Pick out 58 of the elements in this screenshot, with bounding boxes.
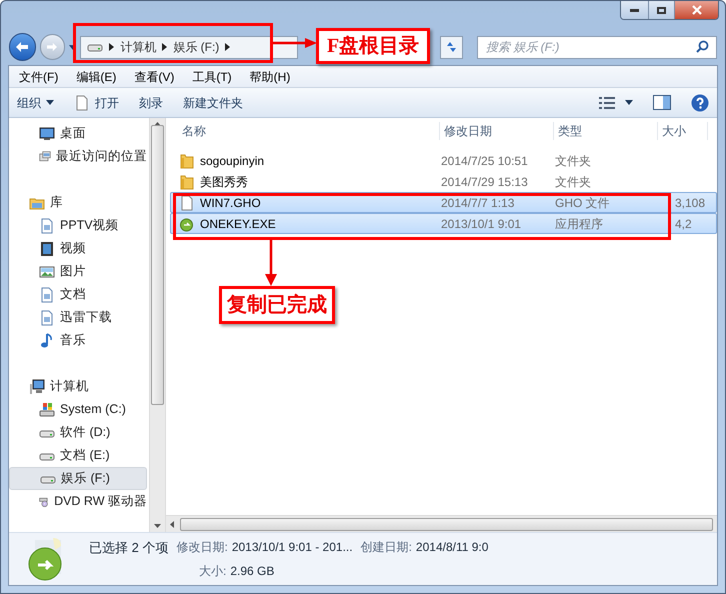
menu-item[interactable]: 帮助(H) bbox=[250, 68, 290, 86]
menu-item[interactable]: 查看(V) bbox=[134, 68, 174, 86]
column-header[interactable]: 修改日期 bbox=[440, 122, 554, 140]
file-row[interactable]: ONEKEY.EXE 2013/10/1 9:01 应用程序 4,2 bbox=[170, 213, 717, 234]
size-value: 2.96 GB bbox=[230, 562, 274, 580]
column-header[interactable]: 大小 bbox=[658, 122, 708, 140]
sidebar-item[interactable]: System (C:) bbox=[9, 398, 147, 421]
size-label: 大小: bbox=[199, 562, 226, 580]
menu-item[interactable]: 文件(F) bbox=[19, 68, 58, 86]
toolbar-button[interactable]: 打开 bbox=[74, 94, 119, 112]
type-cell-text: 文件夹 bbox=[555, 152, 592, 170]
sidebar-item[interactable]: 图片 bbox=[9, 260, 147, 283]
modified-label: 修改日期: bbox=[176, 539, 228, 556]
menu-item[interactable]: 编辑(E) bbox=[76, 68, 116, 86]
date-cell-text: 2013/10/1 9:01 bbox=[441, 216, 522, 232]
type-cell-text: GHO 文件 bbox=[555, 194, 611, 212]
created-value: 2014/8/11 9:0 bbox=[416, 539, 488, 556]
selection-count: 已选择 2 个项 bbox=[89, 539, 168, 558]
size-cell-text: 3,108 bbox=[675, 194, 706, 212]
file-row[interactable]: sogoupinyin 2014/7/25 10:51 文件夹 bbox=[170, 150, 717, 171]
created-label: 创建日期: bbox=[360, 539, 412, 556]
sidebar-item[interactable]: 库 bbox=[9, 191, 147, 214]
size-cell-text: 4,2 bbox=[675, 216, 692, 232]
breadcrumb-item[interactable]: 计算机 bbox=[120, 38, 156, 56]
column-header[interactable]: 类型 bbox=[554, 122, 658, 140]
search-field[interactable]: 搜索 娱乐 (F:) bbox=[477, 36, 717, 58]
annotation-label: 复制已完成 bbox=[219, 286, 335, 324]
sidebar-item[interactable]: 计算机 bbox=[9, 375, 147, 398]
sidebar-item[interactable]: 音乐 bbox=[9, 329, 147, 352]
menu-item[interactable]: 工具(T) bbox=[192, 68, 232, 86]
sidebar-item[interactable]: PPTV视频 bbox=[9, 214, 147, 237]
type-cell-text: 文件夹 bbox=[555, 174, 592, 190]
toolbar-button[interactable]: 新建文件夹 bbox=[183, 94, 243, 112]
sidebar-item[interactable]: DVD RW 驱动器 bbox=[9, 490, 147, 513]
breadcrumb-item[interactable]: 娱乐 (F:) bbox=[173, 38, 220, 56]
sidebar-item[interactable]: 视频 bbox=[9, 237, 147, 260]
date-cell-text: 2014/7/7 1:13 bbox=[441, 194, 516, 212]
modified-value: 2013/10/1 9:01 - 201... bbox=[232, 539, 353, 556]
sidebar-item[interactable]: 文档 (E:) bbox=[9, 444, 147, 467]
sidebar-item[interactable]: 迅雷下载 bbox=[9, 306, 147, 329]
file-row[interactable]: 美图秀秀 2014/7/29 15:13 文件夹 bbox=[170, 171, 717, 192]
sidebar-item[interactable]: 文档 bbox=[9, 283, 147, 306]
toolbar-button[interactable]: 刻录 bbox=[139, 94, 163, 112]
date-cell-text: 2014/7/29 15:13 bbox=[441, 174, 529, 190]
toolbar-button[interactable]: 组织 bbox=[17, 94, 54, 112]
sidebar-item[interactable]: 软件 (D:) bbox=[9, 421, 147, 444]
sidebar-item[interactable]: 娱乐 (F:) bbox=[9, 467, 147, 490]
file-name: sogoupinyin bbox=[200, 152, 264, 170]
file-name: ONEKEY.EXE bbox=[200, 216, 276, 232]
file-name: WIN7.GHO bbox=[200, 194, 261, 212]
file-name: 美图秀秀 bbox=[200, 174, 248, 190]
annotation-label: F盘根目录 bbox=[316, 28, 430, 64]
address-bar[interactable]: 计算机 娱乐 (F:) bbox=[80, 36, 298, 58]
date-cell-text: 2014/7/25 10:51 bbox=[441, 152, 529, 170]
type-cell-text: 应用程序 bbox=[555, 216, 604, 232]
sidebar-item[interactable]: 桌面 bbox=[9, 122, 147, 145]
column-header[interactable]: 名称 bbox=[178, 122, 440, 140]
sidebar-item[interactable]: 最近访问的位置 bbox=[9, 145, 147, 168]
